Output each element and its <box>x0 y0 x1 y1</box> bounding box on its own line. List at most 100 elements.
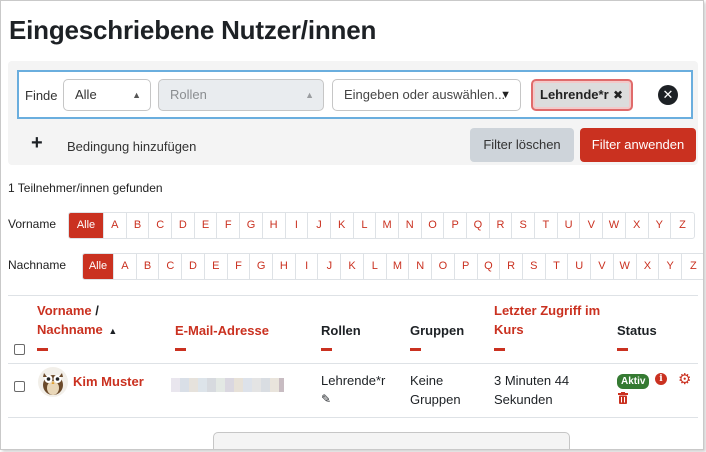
page-title: Eingeschriebene Nutzer/innen <box>9 15 377 45</box>
initial-letter[interactable]: M <box>387 254 410 279</box>
initial-letter[interactable]: G <box>250 254 274 279</box>
initial-letter[interactable]: A <box>114 254 137 279</box>
initial-letter[interactable]: R <box>490 213 513 238</box>
initial-letter[interactable]: F <box>217 213 241 238</box>
initial-letter[interactable]: P <box>444 213 467 238</box>
pencil-icon[interactable]: ✎ <box>321 392 331 406</box>
initial-letter[interactable]: A <box>104 213 127 238</box>
initial-letter[interactable]: Q <box>467 213 490 238</box>
initial-letter[interactable]: O <box>432 254 455 279</box>
initial-all[interactable]: Alle <box>83 254 114 279</box>
finde-label: Finde <box>25 88 58 103</box>
header-email[interactable]: E-Mail-Adresse <box>175 321 269 340</box>
initial-letter[interactable]: I <box>296 254 319 279</box>
updown-icon: ▲ <box>305 90 314 100</box>
initial-letter[interactable]: W <box>614 254 637 279</box>
initial-letter[interactable]: H <box>263 213 286 238</box>
initial-letter[interactable]: G <box>240 213 263 238</box>
header-last-access-line1[interactable]: Letzter Zugriff im <box>494 303 600 318</box>
initial-letter[interactable]: T <box>535 213 558 238</box>
initial-letter[interactable]: R <box>500 254 523 279</box>
table-bottom-divider <box>8 417 698 418</box>
initial-letter[interactable]: K <box>331 213 354 238</box>
initial-letter[interactable]: C <box>149 213 173 238</box>
gear-icon[interactable]: ⚙ <box>678 370 691 388</box>
initial-letter[interactable]: B <box>137 254 160 279</box>
initial-letter[interactable]: V <box>591 254 614 279</box>
initial-letter[interactable]: U <box>568 254 592 279</box>
initial-letter[interactable]: Q <box>478 254 501 279</box>
initial-letter[interactable]: E <box>195 213 218 238</box>
initial-letter[interactable]: L <box>354 213 377 238</box>
initial-letter[interactable]: I <box>286 213 309 238</box>
initial-letter[interactable]: X <box>626 213 649 238</box>
initial-letter[interactable]: S <box>512 213 536 238</box>
groups-dash <box>410 348 421 351</box>
match-select-value: Alle <box>75 87 97 102</box>
initial-letter[interactable]: K <box>341 254 364 279</box>
lastname-bar-label: Nachname <box>8 258 67 272</box>
initial-letter[interactable]: Z <box>671 213 694 238</box>
status-badge: Aktiv <box>617 374 650 389</box>
plus-icon[interactable]: + <box>31 132 43 155</box>
header-last-access-line2[interactable]: Kurs <box>494 322 524 337</box>
header-lastname-label[interactable]: Nachname <box>37 322 103 337</box>
initial-letter[interactable]: U <box>558 213 581 238</box>
chip-label: Lehrende*r <box>540 87 609 102</box>
header-last-access[interactable]: Letzter Zugriff im Kurs <box>494 301 600 339</box>
role-filter-chip[interactable]: Lehrende*r ✖ <box>531 79 633 111</box>
initial-letter[interactable]: X <box>637 254 660 279</box>
initial-letter[interactable]: J <box>318 254 342 279</box>
initial-all[interactable]: Alle <box>69 213 104 238</box>
remove-row-icon[interactable]: ✕ <box>658 85 678 105</box>
info-icon[interactable]: i <box>655 373 667 385</box>
initial-letter[interactable]: N <box>399 213 422 238</box>
initial-letter[interactable]: S <box>523 254 546 279</box>
initial-letter[interactable]: C <box>159 254 183 279</box>
initial-letter[interactable]: H <box>273 254 296 279</box>
user-name-link[interactable]: Kim Muster <box>73 374 144 389</box>
initial-letter[interactable]: Z <box>682 254 703 279</box>
groups-line2: Gruppen <box>410 392 461 407</box>
sort-ascending-icon: ▲ <box>108 326 118 336</box>
initial-letter[interactable]: B <box>127 213 150 238</box>
updown-icon: ▲ <box>132 90 141 100</box>
email-redacted <box>171 378 284 392</box>
value-input[interactable]: Eingeben oder auswählen... ▼ <box>332 79 521 111</box>
table-top-divider <box>8 295 698 296</box>
initial-letter[interactable]: D <box>182 254 205 279</box>
initial-letter[interactable]: F <box>228 254 251 279</box>
initial-letter[interactable]: O <box>422 213 445 238</box>
initial-letter[interactable]: T <box>546 254 569 279</box>
bulk-action-select[interactable] <box>213 432 570 449</box>
trash-icon[interactable] <box>618 392 628 404</box>
table-row-divider <box>8 363 698 364</box>
add-condition-link[interactable]: Bedingung hinzufügen <box>67 139 196 154</box>
initial-letter[interactable]: V <box>580 213 604 238</box>
initial-letter[interactable]: M <box>376 213 399 238</box>
value-input-placeholder: Eingeben oder auswählen... <box>344 87 506 102</box>
header-firstname-label[interactable]: Vorname <box>37 303 92 318</box>
header-slash: / <box>95 303 99 318</box>
select-all-checkbox[interactable] <box>14 344 25 355</box>
initial-letter[interactable]: L <box>364 254 387 279</box>
initial-letter[interactable]: E <box>205 254 228 279</box>
row-checkbox[interactable] <box>14 381 25 392</box>
header-roles: Rollen <box>321 323 361 338</box>
apply-filters-button[interactable]: Filter anwenden <box>580 128 696 162</box>
firstname-initials-bar: Alle A B C D E F G H I J K L M N O P Q R S T U V W X Y Z <box>68 212 695 239</box>
initial-letter[interactable]: Y <box>659 254 682 279</box>
initial-letter[interactable]: N <box>409 254 433 279</box>
clear-filters-button[interactable]: Filter löschen <box>470 128 574 162</box>
header-firstname[interactable]: Vorname / Nachname ▲ <box>37 301 117 341</box>
initial-letter[interactable]: Y <box>649 213 672 238</box>
initial-letter[interactable]: W <box>603 213 626 238</box>
groups-line1: Keine <box>410 373 444 388</box>
initial-letter[interactable]: P <box>455 254 478 279</box>
groups-value: Keine Gruppen <box>410 371 461 409</box>
initial-letter[interactable]: D <box>172 213 195 238</box>
chip-remove-icon[interactable]: ✖ <box>613 81 623 109</box>
match-select[interactable]: Alle ▲ <box>63 79 151 111</box>
initial-letter[interactable]: J <box>308 213 331 238</box>
firstname-dash <box>37 348 48 351</box>
